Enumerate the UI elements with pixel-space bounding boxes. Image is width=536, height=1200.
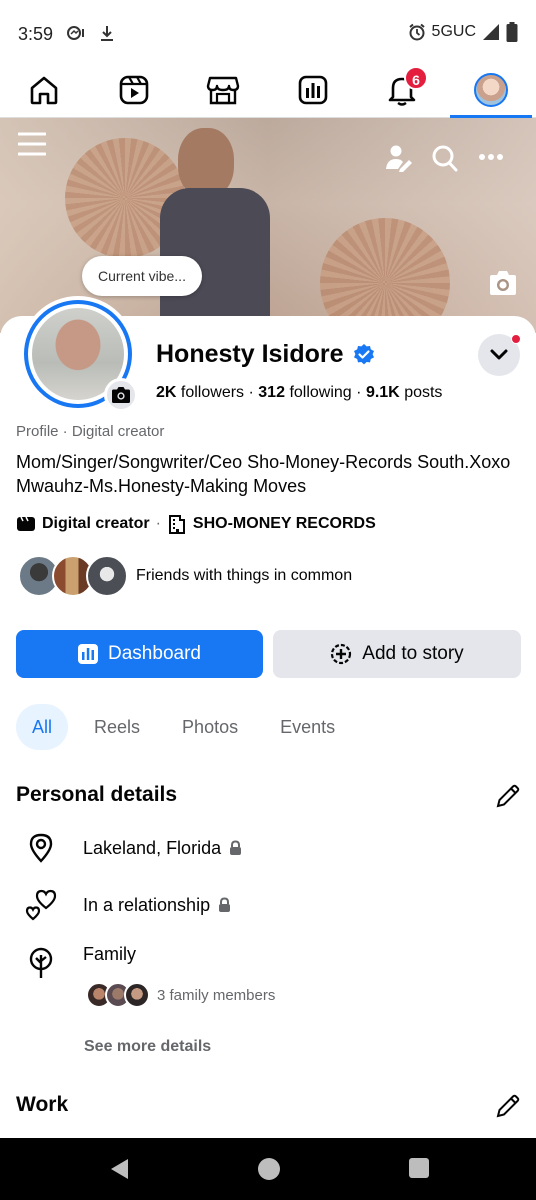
network-type: 5GUC bbox=[431, 23, 476, 40]
cover-person bbox=[150, 128, 300, 333]
recents-icon[interactable] bbox=[408, 1157, 430, 1179]
add-to-story-button[interactable]: Add to story bbox=[273, 630, 521, 678]
family-tree-icon bbox=[29, 947, 53, 978]
dashboard-button-label: Dashboard bbox=[108, 643, 201, 664]
menu-icon[interactable] bbox=[18, 130, 46, 158]
profile-name: Honesty Isidore bbox=[156, 340, 344, 368]
tab-photos[interactable]: Photos bbox=[166, 704, 254, 750]
profile-type-label: Profile · Digital creator bbox=[16, 423, 165, 440]
friends-in-common-text: Friends with things in common bbox=[136, 567, 353, 584]
verified-badge-icon bbox=[353, 343, 374, 364]
dashboard-button[interactable]: Dashboard bbox=[16, 630, 263, 678]
family-label: Family bbox=[83, 944, 136, 964]
see-more-details-link[interactable]: See more details bbox=[84, 1038, 211, 1056]
signal-icon bbox=[483, 24, 499, 40]
status-time: 3:59 bbox=[18, 24, 54, 44]
followers-label[interactable]: followers bbox=[181, 384, 244, 401]
notification-badge: 6 bbox=[404, 66, 428, 90]
system-navigation-bar bbox=[0, 1138, 536, 1200]
following-label[interactable]: following bbox=[289, 384, 351, 401]
edit-work-icon[interactable] bbox=[494, 1092, 522, 1120]
switcher-notification-dot bbox=[511, 334, 521, 344]
posts-label: posts bbox=[404, 384, 443, 401]
home-icon bbox=[30, 76, 58, 105]
mutual-friends[interactable]: Friends with things in common bbox=[18, 555, 352, 597]
personal-details-title: Personal details bbox=[16, 783, 178, 806]
add-to-story-label: Add to story bbox=[362, 643, 464, 664]
search-icon[interactable] bbox=[432, 144, 458, 172]
profile-tabs: All Reels Photos Events bbox=[16, 704, 361, 750]
building-icon bbox=[168, 515, 185, 534]
creator-icon bbox=[17, 516, 35, 531]
marketplace-icon bbox=[206, 76, 240, 105]
family-members[interactable]: 3 family members bbox=[86, 982, 275, 1008]
cover-camera-icon[interactable] bbox=[488, 268, 518, 298]
lock-icon bbox=[230, 840, 242, 855]
profile-bio: Mom/Singer/Songwriter/Ceo Sho-Money-Reco… bbox=[16, 452, 511, 496]
back-icon[interactable] bbox=[108, 1157, 130, 1181]
hearts-icon bbox=[25, 889, 57, 921]
profile-categories: Digital creator · SHO-MONEY RECORDS bbox=[16, 514, 376, 534]
nav-notifications[interactable]: 6 bbox=[382, 66, 428, 110]
reels-icon bbox=[119, 75, 149, 105]
category-label[interactable]: Digital creator bbox=[42, 515, 150, 533]
dashboard-icon bbox=[298, 75, 328, 105]
location-pin-icon bbox=[29, 833, 53, 863]
friend-avatar bbox=[86, 555, 128, 597]
edit-profile-icon[interactable] bbox=[386, 144, 412, 172]
camera-icon bbox=[112, 387, 130, 403]
family-avatar bbox=[124, 982, 150, 1008]
location-text: Lakeland, Florida bbox=[83, 837, 222, 858]
tab-reels[interactable]: Reels bbox=[78, 704, 156, 750]
nav-marketplace[interactable] bbox=[203, 70, 243, 110]
tab-events[interactable]: Events bbox=[264, 704, 351, 750]
location-row: Lakeland, Florida bbox=[24, 831, 242, 865]
status-bar: 3:59 5GUC bbox=[0, 0, 536, 64]
relationship-row: In a relationship bbox=[24, 888, 231, 922]
work-title: Work bbox=[16, 1093, 69, 1116]
profile-avatar-icon bbox=[474, 73, 508, 107]
battery-icon bbox=[506, 22, 518, 42]
family-members-count: 3 family members bbox=[157, 986, 276, 1004]
nav-dashboard[interactable] bbox=[293, 70, 333, 110]
alarm-icon bbox=[408, 23, 425, 41]
add-story-icon bbox=[331, 643, 352, 665]
followers-count[interactable]: 2K bbox=[156, 384, 176, 401]
edit-personal-details-icon[interactable] bbox=[494, 782, 522, 810]
tab-all[interactable]: All bbox=[16, 704, 69, 750]
family-row: Family bbox=[24, 944, 136, 980]
home-button-icon[interactable] bbox=[257, 1157, 281, 1181]
relationship-text: In a relationship bbox=[83, 894, 211, 915]
nav-home[interactable] bbox=[24, 70, 64, 110]
messenger-notification-icon bbox=[67, 26, 84, 40]
lock-icon bbox=[219, 897, 231, 912]
chevron-down-icon bbox=[490, 349, 508, 360]
nav-reels[interactable] bbox=[114, 70, 154, 110]
workplace-label[interactable]: SHO-MONEY RECORDS bbox=[193, 515, 376, 533]
posts-count: 9.1K bbox=[365, 384, 400, 401]
following-count[interactable]: 312 bbox=[258, 384, 285, 401]
download-icon bbox=[101, 26, 113, 41]
top-nav: 6 bbox=[0, 64, 536, 118]
profile-picture-camera-button[interactable] bbox=[104, 378, 138, 412]
more-options-icon[interactable] bbox=[478, 150, 504, 164]
profile-stats: 2K followers · 312 following · 9.1K post… bbox=[156, 384, 443, 401]
current-vibe-bubble[interactable]: Current vibe... bbox=[82, 256, 202, 296]
dashboard-icon bbox=[78, 644, 99, 664]
nav-profile[interactable] bbox=[471, 70, 511, 110]
